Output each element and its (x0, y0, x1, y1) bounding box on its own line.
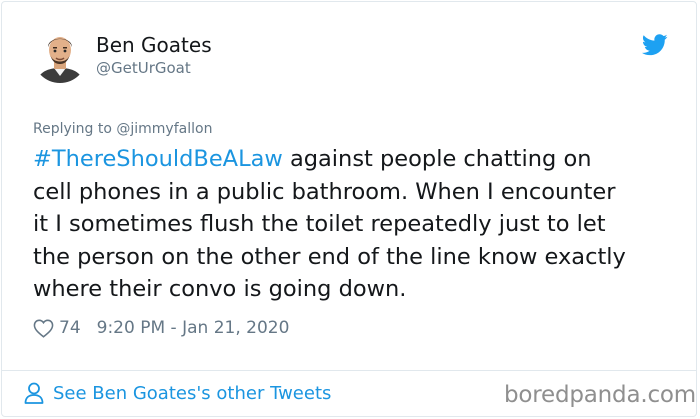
see-other-tweets-link[interactable]: See Ben Goates's other Tweets (24, 382, 331, 404)
tweet-line: #ThereShouldBeALaw against people chatti… (33, 143, 683, 176)
tweet-text: #ThereShouldBeALaw against people chatti… (33, 143, 683, 306)
person-icon (24, 382, 44, 404)
tweet-line: where their convo is going down. (33, 276, 407, 303)
avatar[interactable] (32, 28, 88, 84)
tweet-line: the person on the other end of the line … (33, 243, 626, 270)
tweet-meta: 74 9:20 PM - Jan 21, 2020 (33, 318, 289, 338)
twitter-bird-icon[interactable] (642, 34, 668, 56)
see-other-tweets-label: See Ben Goates's other Tweets (53, 382, 332, 404)
watermark: boredpanda.com (504, 382, 696, 408)
replying-to-label: Replying to @jimmyfallon (33, 121, 213, 137)
tweet-line: it I sometimes flush the toilet repeated… (33, 211, 606, 238)
author-handle[interactable]: @GetUrGoat (96, 59, 191, 77)
tweet-line: cell phones in a public bathroom. When I… (33, 178, 616, 205)
tweet-timestamp[interactable]: 9:20 PM - Jan 21, 2020 (97, 318, 290, 338)
heart-icon[interactable] (33, 319, 54, 338)
tweet-text-segment: against people chatting on (282, 146, 592, 172)
divider (1, 370, 697, 371)
hashtag-link[interactable]: #ThereShouldBeALaw (33, 146, 283, 172)
author-name[interactable]: Ben Goates (96, 33, 212, 57)
like-count[interactable]: 74 (59, 318, 81, 338)
